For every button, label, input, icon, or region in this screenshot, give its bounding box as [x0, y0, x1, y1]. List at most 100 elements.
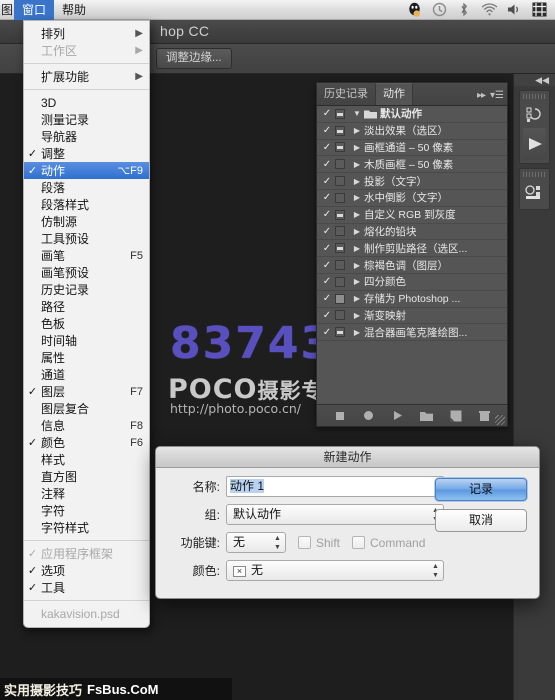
action-enabled-check-icon[interactable]: ✓ [319, 192, 335, 203]
action-enabled-check-icon[interactable]: ✓ [319, 142, 335, 153]
menu-item[interactable]: 属性 [24, 349, 149, 366]
action-row[interactable]: ✓▶棕褐色调（图层） [317, 257, 507, 274]
action-dialog-toggle-icon[interactable] [335, 159, 345, 169]
action-enabled-check-icon[interactable]: ✓ [319, 310, 335, 321]
action-dialog-toggle-icon[interactable] [335, 210, 345, 220]
record-button[interactable]: 记录 [435, 478, 527, 501]
chevron-right-icon[interactable]: ▶ [350, 143, 364, 152]
menu-item-help[interactable]: 帮助 [54, 0, 94, 20]
stop-icon[interactable] [333, 409, 347, 423]
action-dialog-toggle-icon[interactable] [335, 176, 345, 186]
chevron-right-icon[interactable]: ▶ [350, 126, 364, 135]
time-machine-icon[interactable] [429, 1, 449, 19]
action-dialog-toggle-icon[interactable] [335, 243, 345, 253]
action-enabled-check-icon[interactable]: ✓ [319, 159, 335, 170]
cancel-button[interactable]: 取消 [435, 509, 527, 532]
menu-item[interactable]: 色板 [24, 315, 149, 332]
chevron-right-icon[interactable]: ▶ [350, 227, 364, 236]
rail-grip-handle-2[interactable] [523, 172, 546, 177]
bluetooth-icon[interactable] [454, 1, 474, 19]
action-row[interactable]: ✓▶淡出效果（选区） [317, 123, 507, 140]
actions-panel[interactable]: 历史记录 动作 ▸▸ ▾☰ ✓▼默认动作✓▶淡出效果（选区）✓▶画框通道 – 5… [316, 82, 508, 427]
menu-item[interactable]: 排列▶ [24, 25, 149, 42]
command-checkbox[interactable] [352, 536, 365, 549]
menu-item[interactable]: 样式 [24, 451, 149, 468]
function-key-select[interactable]: 无 ▲▼ [226, 532, 286, 553]
menu-item[interactable]: 段落 [24, 179, 149, 196]
action-row[interactable]: ✓▼默认动作 [317, 106, 507, 123]
menu-item[interactable]: ✓颜色F6 [24, 434, 149, 451]
action-row[interactable]: ✓▶画框通道 – 50 像素 [317, 140, 507, 157]
action-enabled-check-icon[interactable]: ✓ [319, 327, 335, 338]
record-icon[interactable] [362, 409, 376, 423]
chevron-right-icon[interactable]: ▶ [350, 210, 364, 219]
menu-item[interactable]: 注释 [24, 485, 149, 502]
stepper-arrows-icon-3[interactable]: ▲▼ [431, 563, 440, 579]
play-action-icon[interactable] [523, 128, 546, 160]
rail-grip-handle[interactable] [523, 94, 546, 99]
action-row[interactable]: ✓▶水中倒影（文字） [317, 190, 507, 207]
action-row[interactable]: ✓▶制作剪贴路径（选区... [317, 240, 507, 257]
chevron-right-icon[interactable]: ▶ [350, 193, 364, 202]
chevron-down-icon[interactable]: ▼ [350, 109, 364, 118]
tab-actions[interactable]: 动作 [376, 83, 413, 105]
actions-list[interactable]: ✓▼默认动作✓▶淡出效果（选区）✓▶画框通道 – 50 像素✓▶木质画框 – 5… [317, 106, 507, 404]
play-icon[interactable] [391, 409, 405, 423]
action-dialog-toggle-icon[interactable] [335, 294, 345, 304]
action-enabled-check-icon[interactable]: ✓ [319, 293, 335, 304]
chevron-right-icon[interactable]: ▶ [350, 294, 364, 303]
action-dialog-toggle-icon[interactable] [335, 327, 345, 337]
menu-item[interactable]: 路径 [24, 298, 149, 315]
menu-item[interactable]: 时间轴 [24, 332, 149, 349]
action-set-select[interactable]: 默认动作 ▲▼ [226, 504, 444, 525]
chevron-right-icon[interactable]: ▶ [350, 328, 364, 337]
color-select[interactable]: ×无 ▲▼ [226, 560, 444, 581]
layers-icon[interactable] [523, 180, 546, 206]
action-enabled-check-icon[interactable]: ✓ [319, 243, 335, 254]
chevron-right-icon[interactable]: ▶ [350, 244, 364, 253]
history-icon[interactable] [523, 102, 546, 128]
action-row[interactable]: ✓▶存储为 Photoshop ... [317, 291, 507, 308]
menu-item[interactable]: 直方图 [24, 468, 149, 485]
menu-item[interactable]: ✓选项 [24, 562, 149, 579]
new-set-folder-icon[interactable] [420, 409, 434, 423]
input-method-icon[interactable] [529, 1, 549, 19]
action-enabled-check-icon[interactable]: ✓ [319, 276, 335, 287]
chevron-right-icon[interactable]: ▶ [350, 261, 364, 270]
action-enabled-check-icon[interactable]: ✓ [319, 260, 335, 271]
shift-checkbox[interactable] [298, 536, 311, 549]
action-dialog-toggle-icon[interactable] [335, 142, 345, 152]
qq-penguin-icon[interactable] [404, 1, 424, 19]
menu-item-window[interactable]: 窗口 [14, 0, 54, 20]
stepper-arrows-icon-2[interactable]: ▲▼ [273, 535, 282, 551]
action-enabled-check-icon[interactable]: ✓ [319, 108, 335, 119]
new-action-icon[interactable] [449, 409, 463, 423]
action-row[interactable]: ✓▶渐变映射 [317, 308, 507, 325]
action-enabled-check-icon[interactable]: ✓ [319, 176, 335, 187]
volume-icon[interactable] [504, 1, 524, 19]
menu-item[interactable]: 工具预设 [24, 230, 149, 247]
menu-item[interactable]: 扩展功能▶ [24, 68, 149, 85]
new-action-dialog[interactable]: 新建动作 名称: 动作 1 组: 默认动作 ▲▼ 功能键: 无 ▲▼ [155, 446, 540, 599]
action-enabled-check-icon[interactable]: ✓ [319, 209, 335, 220]
menu-item[interactable]: 字符样式 [24, 519, 149, 536]
delete-trash-icon[interactable] [478, 409, 492, 423]
window-menu-dropdown[interactable]: 排列▶工作区▶扩展功能▶3D测量记录导航器✓调整✓动作⌥F9段落段落样式仿制源工… [23, 20, 150, 628]
menu-item[interactable]: 画笔预设 [24, 264, 149, 281]
panel-menu-icon[interactable]: ▾☰ [490, 90, 504, 101]
chevron-right-icon[interactable]: ▶ [350, 277, 364, 286]
action-dialog-toggle-icon[interactable] [335, 109, 345, 119]
double-chevron-right-icon[interactable]: ▸▸ [477, 90, 485, 101]
action-dialog-toggle-icon[interactable] [335, 126, 345, 136]
action-dialog-toggle-icon[interactable] [335, 260, 345, 270]
action-row[interactable]: ✓▶投影（文字） [317, 173, 507, 190]
menu-item[interactable]: 通道 [24, 366, 149, 383]
menu-item[interactable]: 画笔F5 [24, 247, 149, 264]
action-row[interactable]: ✓▶四分颜色 [317, 274, 507, 291]
action-enabled-check-icon[interactable]: ✓ [319, 125, 335, 136]
menu-item[interactable]: ✓动作⌥F9 [24, 162, 149, 179]
refine-edge-button[interactable]: 调整边缘... [156, 48, 232, 69]
wifi-icon[interactable] [479, 1, 499, 19]
chevron-right-icon[interactable]: ▶ [350, 160, 364, 169]
panel-resize-grip[interactable] [495, 415, 505, 425]
